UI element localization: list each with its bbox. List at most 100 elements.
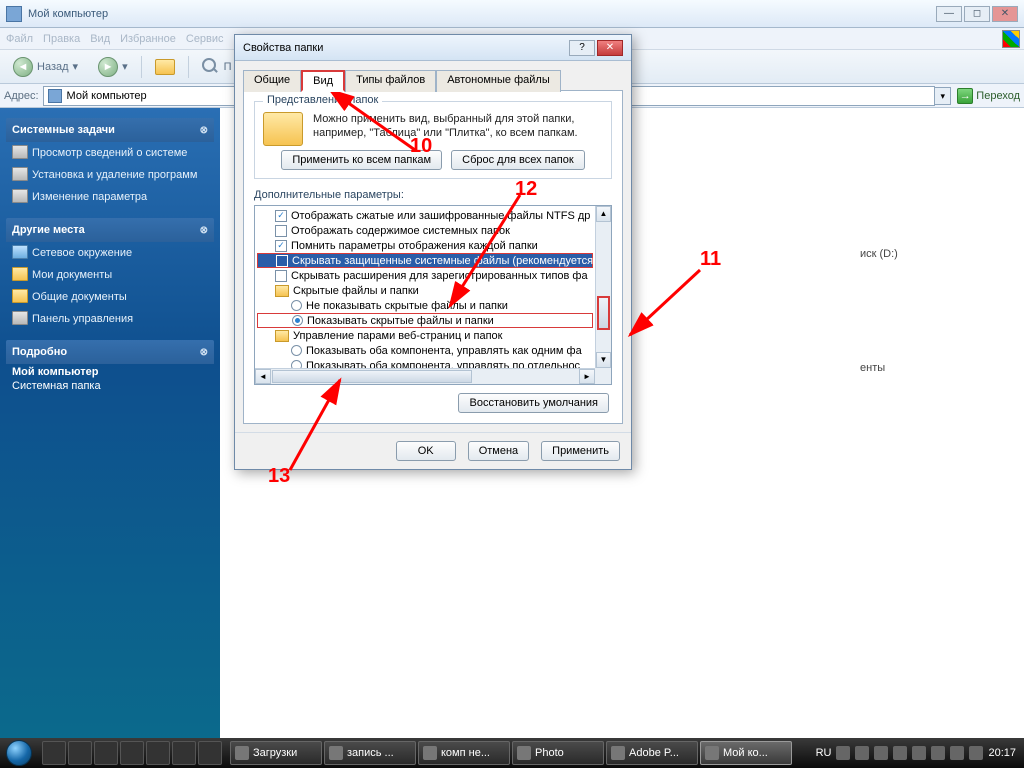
sidebar-item-addremove[interactable]: Установка и удаление программ: [6, 164, 214, 186]
tree-radio[interactable]: Показывать оба компонента, управлять как…: [257, 343, 593, 358]
close-button[interactable]: ✕: [992, 6, 1018, 22]
tree-folder[interactable]: Управление парами веб-страниц и папок: [257, 328, 593, 343]
tray-icon[interactable]: [950, 746, 964, 760]
back-button[interactable]: ◄ Назад ▾: [6, 53, 85, 81]
sidebar-system-tasks-header[interactable]: Системные задачи⊗: [6, 118, 214, 142]
go-button[interactable]: → Переход: [957, 88, 1020, 104]
tree-checkbox[interactable]: ✓Помнить параметры отображения каждой па…: [257, 238, 593, 253]
task-icon: [517, 746, 531, 760]
reset-all-button[interactable]: Сброс для всех папок: [451, 150, 585, 170]
tab-general[interactable]: Общие: [243, 70, 301, 92]
tree-checkbox[interactable]: Отображать содержимое системных папок: [257, 223, 593, 238]
search-button[interactable]: П: [195, 54, 239, 80]
scroll-left-button[interactable]: ◄: [255, 369, 271, 384]
tray-icon[interactable]: [893, 746, 907, 760]
tree-checkbox[interactable]: Скрывать расширения для зарегистрированн…: [257, 268, 593, 283]
checkbox-icon[interactable]: [276, 255, 288, 267]
maximize-button[interactable]: ◻: [964, 6, 990, 22]
taskbar-task[interactable]: запись ...: [324, 741, 416, 765]
tray-icon[interactable]: [836, 746, 850, 760]
lang-indicator[interactable]: RU: [816, 747, 832, 759]
folder-up-icon: [155, 59, 175, 75]
dialog-title: Свойства папки: [243, 42, 323, 54]
minimize-button[interactable]: —: [936, 6, 962, 22]
sidebar-item-changeparam[interactable]: Изменение параметра: [6, 186, 214, 208]
tree-hscrollbar[interactable]: ◄ ►: [255, 368, 595, 384]
tree-folder[interactable]: Скрытые файлы и папки: [257, 283, 593, 298]
disk-d-label[interactable]: иск (D:): [860, 248, 898, 260]
ql-desktop[interactable]: [42, 741, 66, 765]
tray-icon[interactable]: [874, 746, 888, 760]
radio-icon[interactable]: [292, 315, 303, 326]
menu-edit[interactable]: Правка: [43, 33, 80, 45]
tab-offline[interactable]: Автономные файлы: [436, 70, 561, 92]
tab-filetypes[interactable]: Типы файлов: [345, 70, 436, 92]
taskbar-task[interactable]: Загрузки: [230, 741, 322, 765]
tree-radio[interactable]: Показывать скрытые файлы и папки: [257, 313, 593, 328]
tray-icon[interactable]: [931, 746, 945, 760]
radio-icon[interactable]: [291, 300, 302, 311]
apply-button[interactable]: Применить: [541, 441, 620, 461]
task-label: Загрузки: [253, 747, 297, 759]
menu-file[interactable]: Файл: [6, 33, 33, 45]
checkbox-icon[interactable]: ✓: [275, 210, 287, 222]
ql-app2[interactable]: [120, 741, 144, 765]
menu-service[interactable]: Сервис: [186, 33, 224, 45]
scroll-up-button[interactable]: ▲: [596, 206, 611, 222]
tray-icon[interactable]: [912, 746, 926, 760]
sidebar-item-mydocs[interactable]: Мои документы: [6, 264, 214, 286]
folder-icon: [275, 285, 289, 297]
scroll-down-button[interactable]: ▼: [596, 352, 611, 368]
radio-icon[interactable]: [291, 360, 302, 368]
tree-item-label: Управление парами веб-страниц и папок: [293, 330, 502, 342]
tray-icon[interactable]: [855, 746, 869, 760]
sidebar-details-header[interactable]: Подробно⊗: [6, 340, 214, 364]
tab-view[interactable]: Вид: [301, 70, 345, 92]
taskbar-task[interactable]: комп не...: [418, 741, 510, 765]
task-label: комп не...: [441, 747, 490, 759]
checkbox-icon[interactable]: [275, 225, 287, 237]
documents-label[interactable]: енты: [860, 362, 885, 374]
tree-radio[interactable]: Не показывать скрытые файлы и папки: [257, 298, 593, 313]
ql-tc[interactable]: [68, 741, 92, 765]
forward-button[interactable]: ► ▾: [91, 53, 135, 81]
menu-view[interactable]: Вид: [90, 33, 110, 45]
menu-favorites[interactable]: Избранное: [120, 33, 176, 45]
taskbar-clock[interactable]: 20:17: [988, 747, 1016, 759]
scroll-right-button[interactable]: ►: [579, 369, 595, 384]
sidebar-item-network[interactable]: Сетевое окружение: [6, 242, 214, 264]
hscroll-thumb[interactable]: [272, 370, 472, 383]
tree-vscrollbar[interactable]: ▲ ▼: [595, 206, 611, 368]
ql-app5[interactable]: [198, 741, 222, 765]
dialog-help-button[interactable]: ?: [569, 40, 595, 56]
scroll-thumb[interactable]: [597, 296, 610, 330]
checkbox-icon[interactable]: ✓: [275, 240, 287, 252]
ql-app1[interactable]: [94, 741, 118, 765]
search-letter: П: [224, 61, 232, 73]
sidebar-item-sysinfo[interactable]: Просмотр сведений о системе: [6, 142, 214, 164]
sidebar-otherplaces-header[interactable]: Другие места⊗: [6, 218, 214, 242]
checkbox-icon[interactable]: [275, 270, 287, 282]
taskbar-task[interactable]: Adobe P...: [606, 741, 698, 765]
tree-checkbox[interactable]: Скрывать защищенные системные файлы (рек…: [257, 253, 593, 268]
tree-checkbox[interactable]: ✓Отображать сжатые или зашифрованные фай…: [257, 208, 593, 223]
radio-icon[interactable]: [291, 345, 302, 356]
ok-button[interactable]: OK: [396, 441, 456, 461]
taskbar-task[interactable]: Photo: [512, 741, 604, 765]
ql-app3[interactable]: [146, 741, 170, 765]
sidebar-item-shareddocs[interactable]: Общие документы: [6, 286, 214, 308]
address-dropdown[interactable]: ▾: [935, 87, 951, 105]
tree-radio[interactable]: Показывать оба компонента, управлять по …: [257, 358, 593, 368]
start-button[interactable]: [0, 738, 38, 768]
tree-item-label: Не показывать скрытые файлы и папки: [306, 300, 508, 312]
sidebar-item-controlpanel[interactable]: Панель управления: [6, 308, 214, 330]
tray-icon[interactable]: [969, 746, 983, 760]
apply-all-button[interactable]: Применить ко всем папкам: [281, 150, 442, 170]
taskbar-task[interactable]: Мой ко...: [700, 741, 792, 765]
restore-defaults-button[interactable]: Восстановить умолчания: [458, 393, 609, 413]
computer-icon: [48, 89, 62, 103]
dialog-close-button[interactable]: ✕: [597, 40, 623, 56]
ql-app4[interactable]: [172, 741, 196, 765]
up-button[interactable]: [148, 55, 182, 79]
cancel-button[interactable]: Отмена: [468, 441, 529, 461]
